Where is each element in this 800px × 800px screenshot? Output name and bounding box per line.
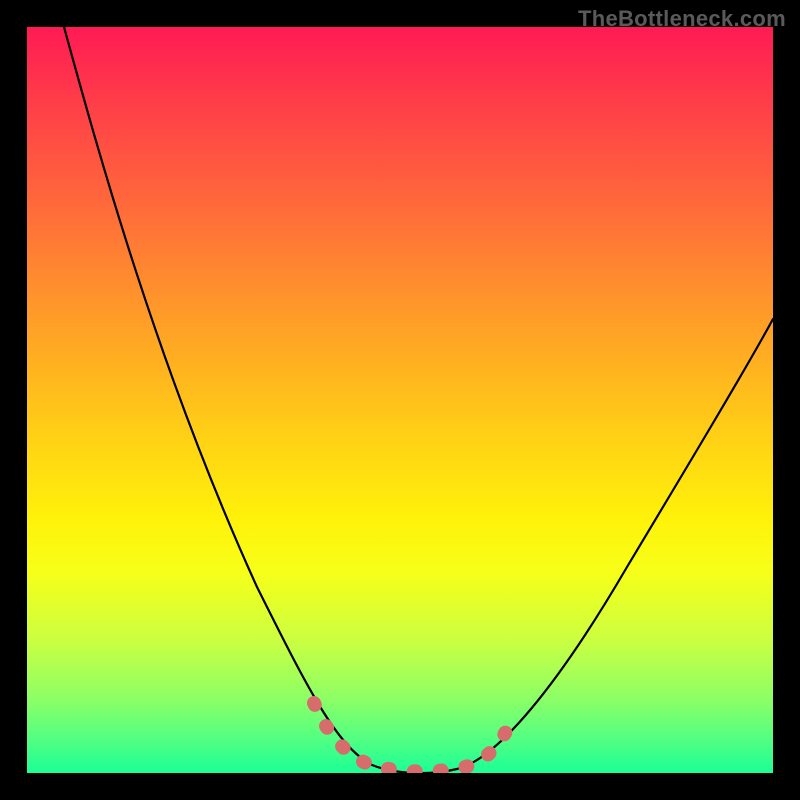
watermark-text: TheBottleneck.com xyxy=(578,6,786,32)
optimal-band-dots xyxy=(314,703,513,772)
curve-svg xyxy=(27,27,773,773)
bottleneck-curve-line xyxy=(64,27,773,773)
chart-frame: TheBottleneck.com xyxy=(0,0,800,800)
plot-area xyxy=(27,27,773,773)
